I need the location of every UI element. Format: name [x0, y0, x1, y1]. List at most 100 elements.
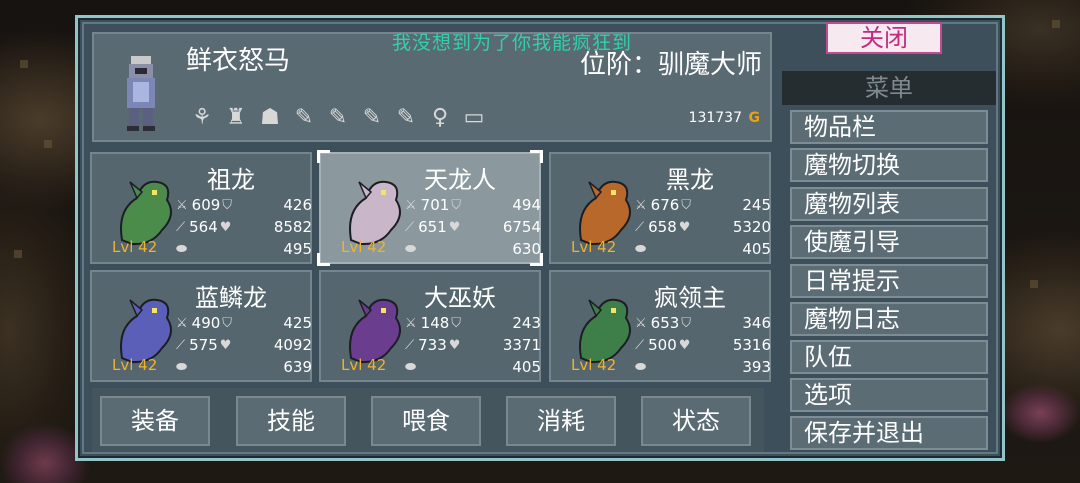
monster-card[interactable]: 天龙人 ⚔ 701 ⛉ 494 ⟋ 651 ♥ 6754 ⬬ 630 Lvl 42: [317, 150, 543, 266]
mana-icon: ⬬: [635, 359, 647, 375]
defense-value: 425: [283, 314, 312, 332]
magic-value: 733: [418, 336, 447, 354]
monster-name: 祖龙: [207, 166, 255, 194]
player-avatar: [127, 56, 155, 131]
feather-icon[interactable]: ✎: [324, 104, 352, 132]
magic-value: 500: [648, 336, 677, 354]
monster-level: Lvl 42: [112, 238, 158, 256]
shield-icon: ⛉: [681, 197, 692, 213]
monster-name: 大巫妖: [424, 284, 496, 312]
attack-value: 676: [650, 196, 680, 214]
menu-item-monster-journal[interactable]: 魔物日志: [790, 302, 988, 336]
defense-value: 243: [512, 314, 541, 332]
key-icon[interactable]: ♀: [426, 104, 454, 132]
wand-icon: ⟋: [176, 219, 186, 235]
monster-card[interactable]: 疯领主 ⚔ 653 ⛉ 346 ⟋ 500 ♥ 5316 ⬬ 393 Lvl 42: [549, 270, 771, 382]
mushroom-icon[interactable]: ☗: [256, 104, 284, 132]
magic-value: 575: [189, 336, 218, 354]
menu-item-familiar-guide[interactable]: 使魔引导: [790, 225, 988, 259]
monster-stats: ⚔ 676 ⛉ 245 ⟋ 658 ♥ 5320 ⬬ 405: [635, 194, 771, 260]
mana-value: 405: [742, 240, 771, 258]
claw-icon[interactable]: ⚘: [188, 104, 216, 132]
monster-stats: ⚔ 609 ⛉ 426 ⟋ 564 ♥ 8582 ⬬ 495: [176, 194, 312, 260]
rock-detail: [1030, 280, 1038, 288]
mana-value: 639: [283, 358, 312, 376]
monster-card[interactable]: 黑龙 ⚔ 676 ⛉ 245 ⟋ 658 ♥ 5320 ⬬ 405 Lvl 42: [549, 152, 771, 264]
selection-corner: [317, 150, 330, 163]
monster-level: Lvl 42: [571, 238, 617, 256]
monster-level: Lvl 42: [341, 356, 387, 374]
sword-icon: ⚔: [405, 315, 417, 331]
health-value: 5316: [732, 336, 771, 354]
feather-icon[interactable]: ✎: [290, 104, 318, 132]
menu-item-monster-list[interactable]: 魔物列表: [790, 187, 988, 221]
selection-corner: [530, 253, 543, 266]
gold-icon: G: [748, 110, 761, 126]
feather-icon[interactable]: ✎: [358, 104, 386, 132]
shield-icon: ⛉: [451, 315, 462, 331]
heart-icon: ♥: [448, 219, 461, 235]
skills-button[interactable]: 技能: [236, 396, 346, 446]
wand-icon: ⟋: [635, 219, 645, 235]
monster-card[interactable]: 大巫妖 ⚔ 148 ⛉ 243 ⟋ 733 ♥ 3371 ⬬ 405 Lvl 42: [319, 270, 541, 382]
rock-detail: [44, 140, 52, 148]
health-value: 4092: [273, 336, 312, 354]
monster-stats: ⚔ 653 ⛉ 346 ⟋ 500 ♥ 5316 ⬬ 393: [635, 312, 771, 378]
monster-level: Lvl 42: [571, 356, 617, 374]
close-button[interactable]: 关闭: [826, 22, 942, 54]
mana-icon: ⬬: [405, 359, 417, 375]
health-value: 8582: [273, 218, 312, 236]
consume-button[interactable]: 消耗: [506, 396, 616, 446]
attack-value: 148: [420, 314, 450, 332]
mana-value: 393: [742, 358, 771, 376]
rock-detail: [14, 250, 22, 258]
monster-stats: ⚔ 701 ⛉ 494 ⟋ 651 ♥ 6754 ⬬ 630: [405, 194, 541, 260]
menu-item-save-quit[interactable]: 保存并退出: [790, 416, 988, 450]
menu-item-switch-monster[interactable]: 魔物切换: [790, 148, 988, 182]
gold-amount: 131737: [688, 110, 742, 126]
attack-value: 653: [650, 314, 680, 332]
monster-name: 天龙人: [424, 166, 496, 194]
wand-icon: ⟋: [635, 337, 645, 353]
equip-button[interactable]: 装备: [100, 396, 210, 446]
monster-card[interactable]: 蓝鳞龙 ⚔ 490 ⛉ 425 ⟋ 575 ♥ 4092 ⬬ 639 Lvl 42: [90, 270, 312, 382]
magic-value: 564: [189, 218, 218, 236]
mana-icon: ⬬: [405, 241, 417, 257]
sword-icon: ⚔: [635, 197, 647, 213]
mana-value: 405: [512, 358, 541, 376]
attack-value: 490: [191, 314, 221, 332]
monster-level: Lvl 42: [112, 356, 158, 374]
heart-icon: ♥: [678, 337, 691, 353]
sword-icon: ⚔: [405, 197, 417, 213]
mana-icon: ⬬: [176, 359, 188, 375]
menu-item-daily-tips[interactable]: 日常提示: [790, 264, 988, 298]
heart-icon: ♥: [219, 337, 232, 353]
monster-card[interactable]: 祖龙 ⚔ 609 ⛉ 426 ⟋ 564 ♥ 8582 ⬬ 495 Lvl 42: [90, 152, 312, 264]
magic-value: 658: [648, 218, 677, 236]
defense-value: 346: [742, 314, 771, 332]
armor-icon[interactable]: ♜: [222, 104, 250, 132]
monster-name: 黑龙: [666, 166, 714, 194]
feed-button[interactable]: 喂食: [371, 396, 481, 446]
player-name: 鲜衣怒马: [186, 46, 291, 76]
menu-title: 菜单: [782, 71, 996, 105]
defense-value: 245: [742, 196, 771, 214]
mana-icon: ⬬: [176, 241, 188, 257]
rock-detail: [20, 60, 28, 68]
defense-value: 426: [283, 196, 312, 214]
status-button[interactable]: 状态: [641, 396, 751, 446]
monster-level: Lvl 42: [341, 238, 387, 256]
menu-item-party[interactable]: 队伍: [790, 340, 988, 374]
monster-stats: ⚔ 148 ⛉ 243 ⟋ 733 ♥ 3371 ⬬ 405: [405, 312, 541, 378]
mana-icon: ⬬: [635, 241, 647, 257]
sword-icon: ⚔: [176, 315, 188, 331]
cave-flora: [1000, 383, 1080, 443]
menu-item-inventory[interactable]: 物品栏: [790, 110, 988, 144]
attack-value: 609: [191, 196, 221, 214]
monster-name: 疯领主: [654, 284, 726, 312]
wand-icon: ⟋: [405, 337, 415, 353]
heart-icon: ♥: [448, 337, 461, 353]
feather-icon[interactable]: ✎: [392, 104, 420, 132]
menu-item-options[interactable]: 选项: [790, 378, 988, 412]
book-icon[interactable]: ▭: [460, 104, 488, 132]
